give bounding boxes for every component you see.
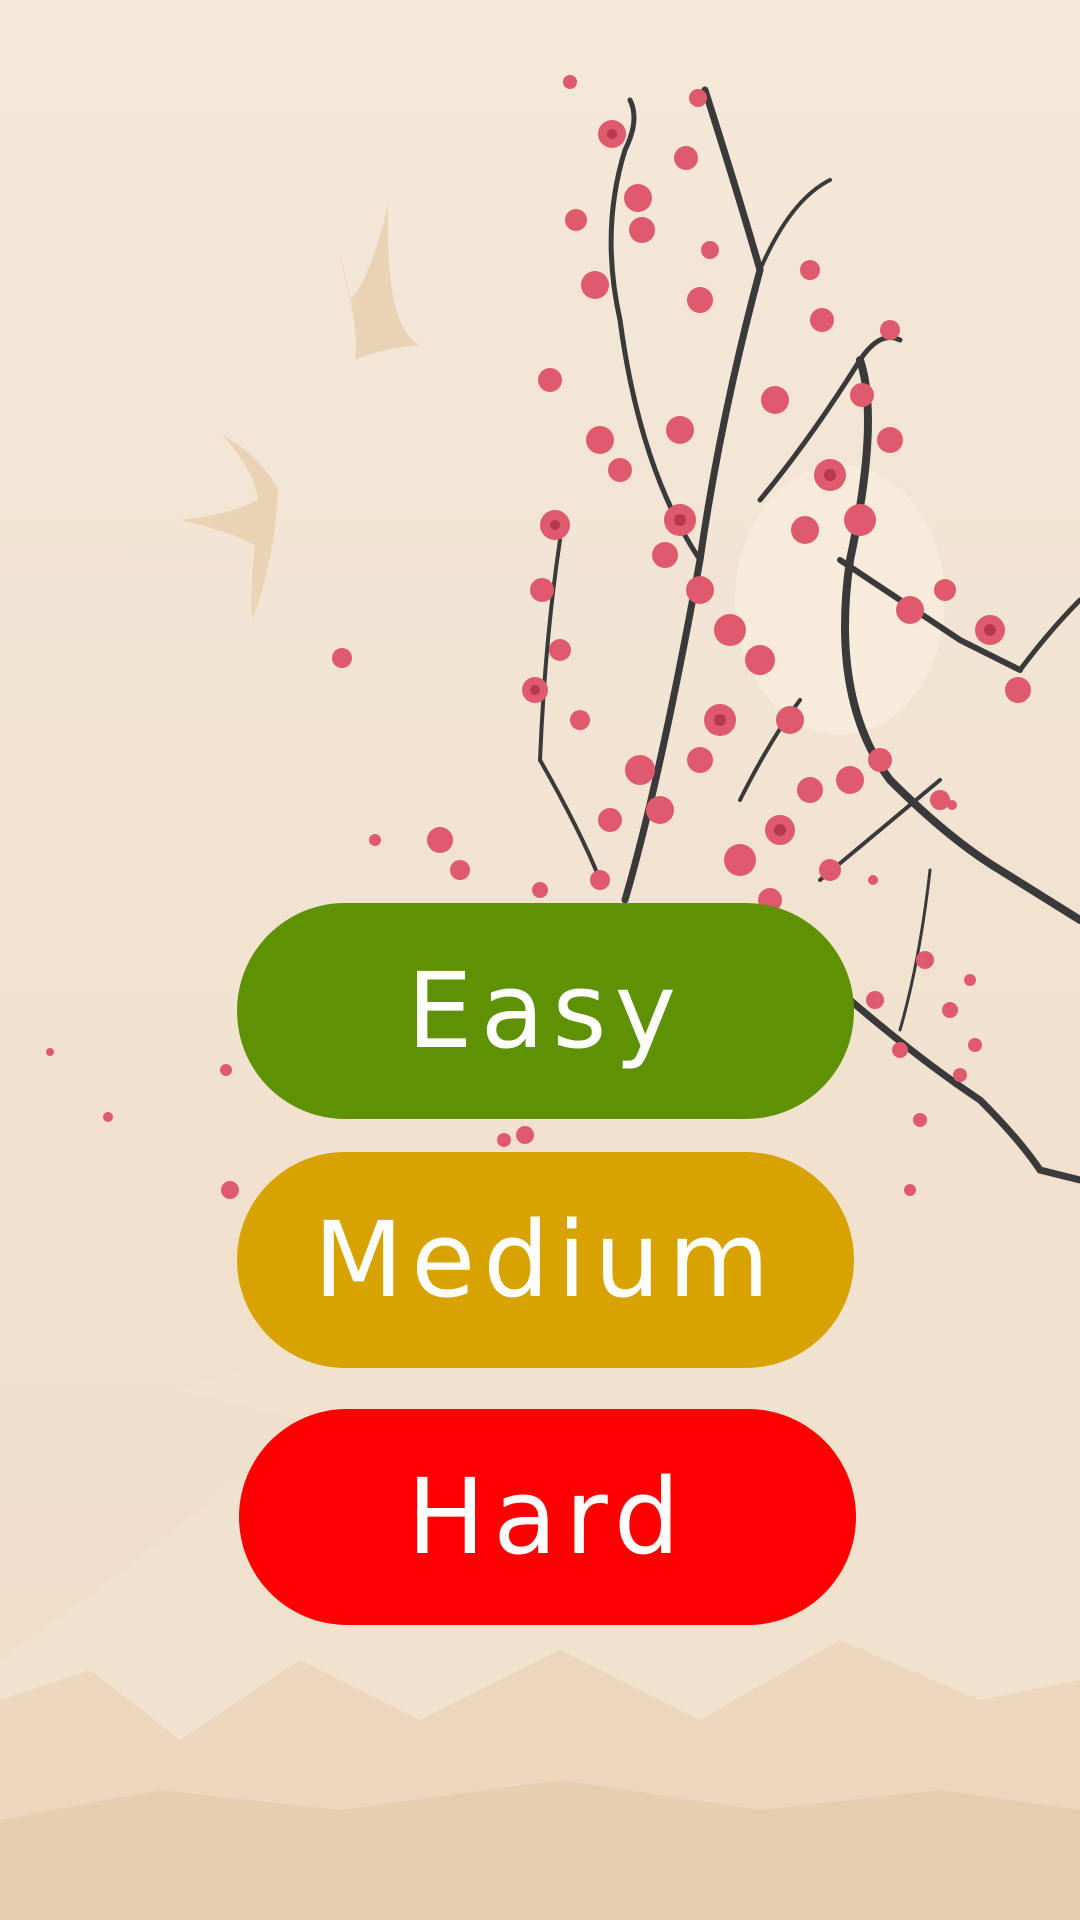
mountain-near — [0, 1780, 1080, 1920]
easy-button-label: Easy — [406, 950, 685, 1072]
hard-button-label: Hard — [407, 1456, 688, 1578]
hard-button[interactable]: Hard — [239, 1409, 856, 1625]
medium-button[interactable]: Medium — [237, 1152, 854, 1368]
easy-button[interactable]: Easy — [237, 903, 854, 1119]
medium-button-label: Medium — [313, 1199, 778, 1321]
